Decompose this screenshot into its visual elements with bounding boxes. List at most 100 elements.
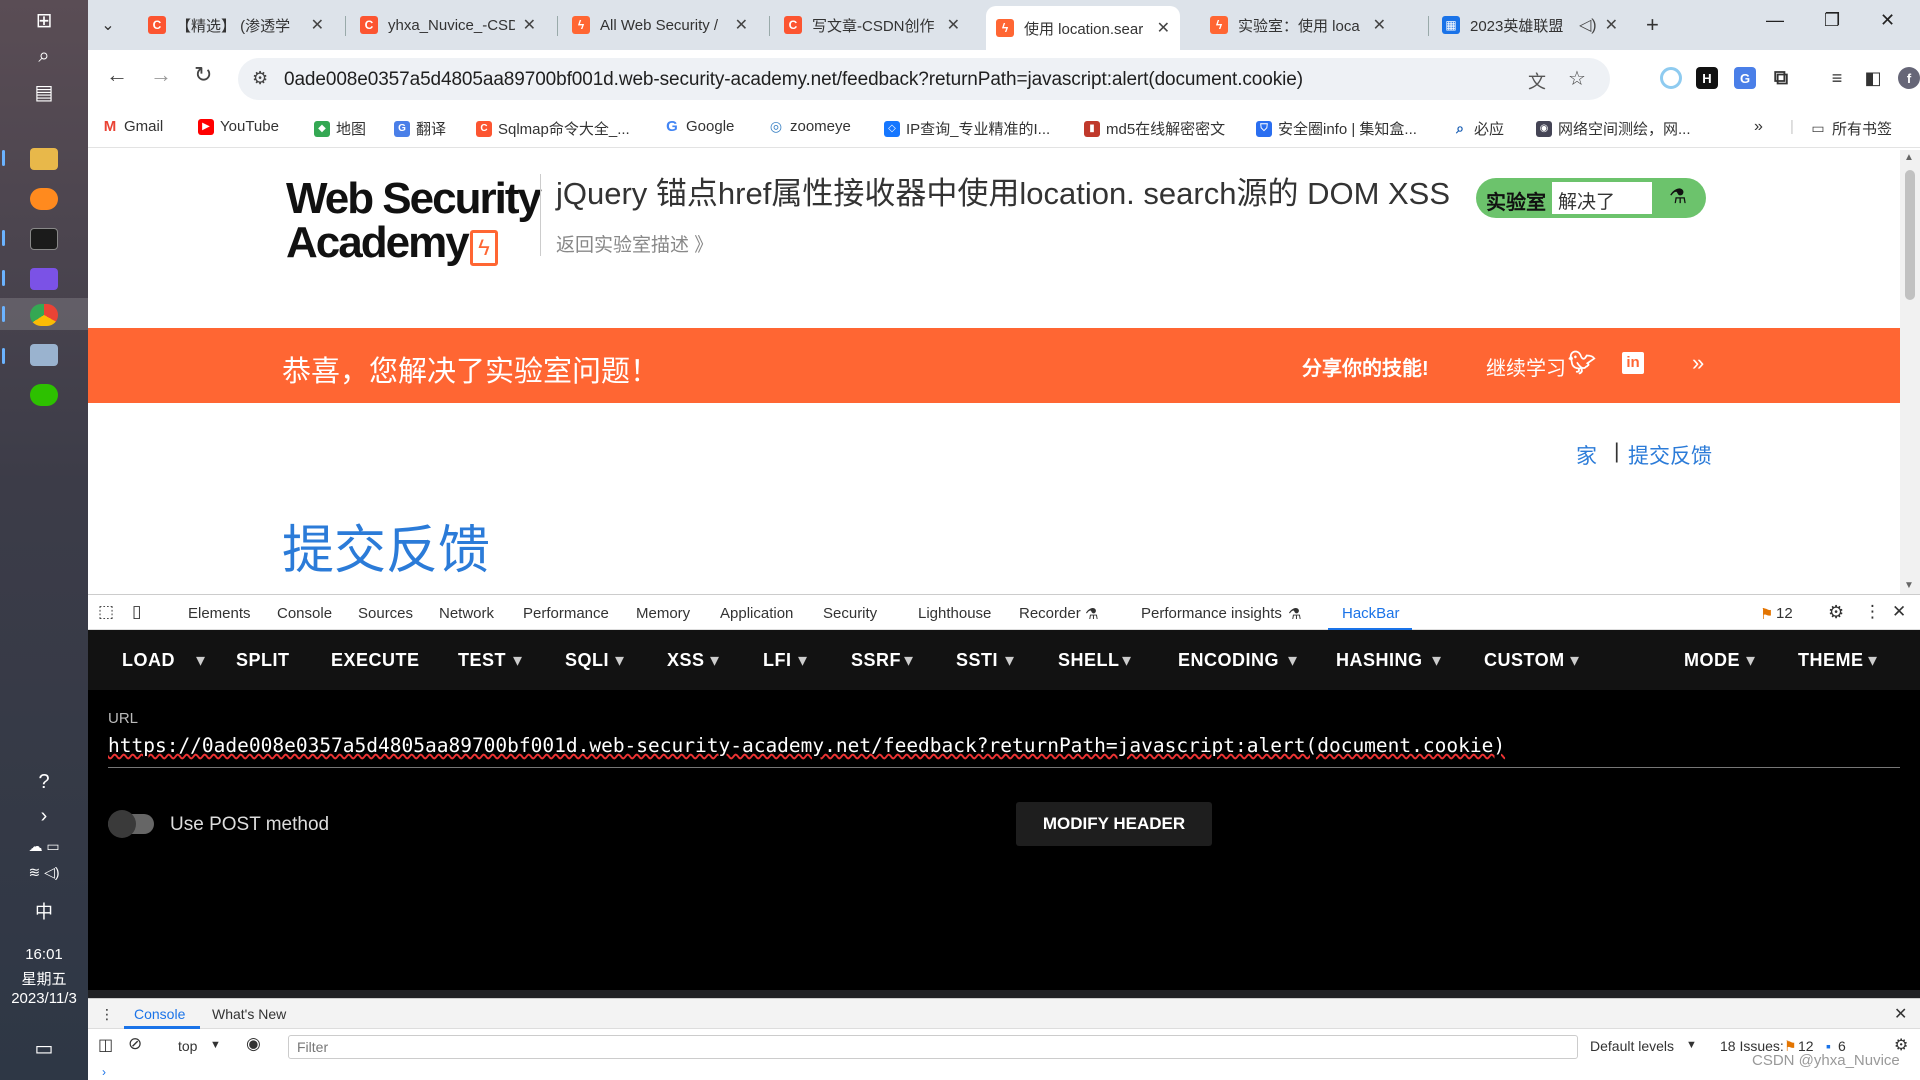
notifications-icon[interactable]: ▭ — [24, 1032, 64, 1064]
hackbar-lfi-menu[interactable]: LFI — [763, 650, 792, 671]
devtools-tab-recorder[interactable]: Recorder — [1019, 605, 1081, 622]
help-icon[interactable]: ? — [24, 766, 64, 798]
network-volume-icons[interactable]: ≋ ◁) — [0, 864, 88, 881]
close-tab-icon[interactable]: ✕ — [1157, 18, 1170, 38]
bookmark-item[interactable]: ▶ YouTube — [198, 118, 279, 135]
audio-icon[interactable]: ◁) — [1579, 15, 1597, 35]
clock-weekday[interactable]: 星期五 — [0, 968, 88, 989]
hackbar-theme-menu[interactable]: THEME — [1798, 650, 1864, 671]
hackbar-split-button[interactable]: SPLIT — [236, 650, 290, 671]
media-control-icon[interactable]: ≡ — [1826, 67, 1848, 89]
bookmark-item[interactable]: ◎ zoomeye — [768, 118, 851, 135]
tab-search-dropdown-icon[interactable]: ⌄ — [88, 8, 128, 42]
side-panel-icon[interactable]: ◧ — [1862, 67, 1884, 89]
modify-header-button[interactable]: MODIFY HEADER — [1016, 802, 1212, 846]
more-options-icon[interactable]: ⋮ — [1864, 602, 1881, 622]
bookmark-item[interactable]: ⌕ 必应 — [1452, 118, 1504, 139]
page-scrollbar[interactable]: ▲ ▼ — [1900, 150, 1920, 594]
devtools-tab-memory[interactable]: Memory — [636, 605, 690, 622]
bookmark-item[interactable]: ▮ md5在线解密密文 — [1084, 118, 1225, 139]
new-tab-icon[interactable]: + — [1636, 8, 1666, 42]
warning-icon[interactable]: ⚑ — [1760, 605, 1773, 623]
drawer-menu-icon[interactable]: ⋮ — [100, 1006, 114, 1023]
close-tab-icon[interactable]: ✕ — [1605, 15, 1618, 35]
clear-console-icon[interactable]: ⊘ — [128, 1034, 142, 1054]
translate-extension-icon[interactable]: G — [1734, 67, 1756, 89]
settings-gear-icon[interactable]: ⚙ — [1828, 602, 1844, 623]
bookmark-item[interactable]: ◇ IP查询_专业精准的I... — [884, 118, 1050, 139]
terminal-icon[interactable] — [30, 228, 58, 250]
devtools-tab-lighthouse[interactable]: Lighthouse — [918, 605, 991, 622]
devtools-tab-sources[interactable]: Sources — [358, 605, 413, 622]
more-bookmarks-icon[interactable]: » — [1754, 118, 1763, 136]
close-devtools-icon[interactable]: ✕ — [1892, 602, 1906, 622]
clock-date[interactable]: 2023/11/3 — [0, 990, 88, 1007]
site-info-icon[interactable]: ⚙ — [252, 68, 268, 89]
hackbar-test-menu[interactable]: TEST — [458, 650, 506, 671]
back-icon[interactable]: ← — [106, 62, 128, 88]
hackbar-url-input[interactable]: https://0ade008e0357a5d4805aa89700bf001d… — [108, 734, 1900, 768]
hackbar-execute-button[interactable]: EXECUTE — [331, 650, 420, 671]
minimize-icon[interactable]: — — [1766, 10, 1784, 31]
logo-line2[interactable]: Academy — [286, 218, 470, 268]
close-window-icon[interactable]: ✕ — [1880, 10, 1895, 31]
bookmark-item[interactable]: ⛉ 安全圈info | 集知盒... — [1256, 118, 1417, 139]
browser-tab[interactable]: C 写文章-CSDN创作 ✕ — [774, 8, 970, 42]
app-icon[interactable] — [30, 344, 58, 366]
browser-tab[interactable]: ▦ 2023英雄联盟 ◁) ✕ — [1432, 8, 1628, 42]
scrollbar-thumb[interactable] — [1905, 170, 1915, 300]
hackbar-load-button[interactable]: LOAD — [122, 650, 175, 671]
close-tab-icon[interactable]: ✕ — [311, 15, 324, 35]
post-method-toggle-knob[interactable] — [108, 810, 136, 838]
clock-time[interactable]: 16:01 — [0, 946, 88, 963]
logo-line1[interactable]: Web Security — [286, 174, 542, 224]
bookmark-item[interactable]: G Google — [664, 118, 734, 135]
browser-tab[interactable]: C 【精选】 (渗透学 ✕ — [138, 8, 334, 42]
nav-feedback-link[interactable]: 提交反馈 — [1628, 440, 1712, 470]
browser-tab-active[interactable]: ϟ 使用 location.sear ✕ — [986, 6, 1180, 50]
bookmark-item[interactable]: C Sqlmap命令大全_... — [476, 118, 630, 139]
devtools-tab-console[interactable]: Console — [277, 605, 332, 622]
restore-icon[interactable]: ❐ — [1824, 10, 1840, 31]
bookmark-item[interactable]: ◉ 网络空间测绘，网... — [1536, 118, 1691, 139]
tray-icons[interactable]: ☁ ▭ — [0, 838, 88, 855]
hackbar-mode-menu[interactable]: MODE — [1684, 650, 1740, 671]
console-prompt-icon[interactable]: › — [102, 1065, 106, 1079]
hackbar-shell-menu[interactable]: SHELL — [1058, 650, 1120, 671]
close-tab-icon[interactable]: ✕ — [1373, 15, 1386, 35]
chevron-right-icon[interactable]: » — [1692, 350, 1704, 376]
wechat-icon[interactable] — [30, 384, 58, 406]
devtools-tab-elements[interactable]: Elements — [188, 605, 251, 622]
devtools-tab-application[interactable]: Application — [720, 605, 793, 622]
translate-icon[interactable]: 文 — [1528, 68, 1546, 94]
bookmark-star-icon[interactable]: ☆ — [1568, 66, 1586, 91]
close-drawer-icon[interactable]: ✕ — [1894, 1004, 1907, 1024]
console-filter-input[interactable]: Filter — [288, 1035, 1578, 1059]
bookmark-item[interactable]: ◆ 地图 — [314, 118, 366, 139]
hackbar-ssrf-menu[interactable]: SSRF — [851, 650, 901, 671]
chrome-icon[interactable] — [30, 304, 58, 326]
back-to-lab-description-link[interactable]: 返回实验室描述 》 — [556, 230, 713, 257]
hackbar-sqli-menu[interactable]: SQLI — [565, 650, 609, 671]
file-explorer-icon[interactable] — [30, 148, 58, 170]
chevron-right-icon[interactable]: › — [24, 800, 64, 832]
all-bookmarks-button[interactable]: ▭ 所有书签 — [1810, 118, 1892, 139]
browser-tab[interactable]: ϟ All Web Security / ✕ — [562, 8, 758, 42]
task-view-icon[interactable]: ▤ — [24, 76, 64, 108]
hackbar-extension-icon[interactable]: H — [1696, 67, 1718, 89]
hackbar-encoding-menu[interactable]: ENCODING — [1178, 650, 1279, 671]
hackbar-custom-menu[interactable]: CUSTOM — [1484, 650, 1565, 671]
devtools-tab-hackbar[interactable]: HackBar — [1342, 605, 1400, 622]
live-expression-eye-icon[interactable]: ◉ — [246, 1034, 261, 1054]
continue-learning-link[interactable]: 继续学习 — [1486, 352, 1566, 381]
load-dropdown-icon[interactable]: ▾ — [196, 650, 206, 671]
linkedin-icon[interactable]: in — [1622, 352, 1644, 374]
search-icon[interactable]: ⌕ — [24, 40, 64, 72]
hackbar-xss-menu[interactable]: XSS — [667, 650, 705, 671]
hackbar-hashing-menu[interactable]: HASHING — [1336, 650, 1423, 671]
nav-home-link[interactable]: 家 — [1576, 440, 1597, 470]
hackbar-ssti-menu[interactable]: SSTI — [956, 650, 998, 671]
address-bar[interactable]: ⚙ 0ade008e0357a5d4805aa89700bf001d.web-s… — [238, 58, 1610, 100]
devtools-tab-security[interactable]: Security — [823, 605, 877, 622]
close-tab-icon[interactable]: ✕ — [947, 15, 960, 35]
